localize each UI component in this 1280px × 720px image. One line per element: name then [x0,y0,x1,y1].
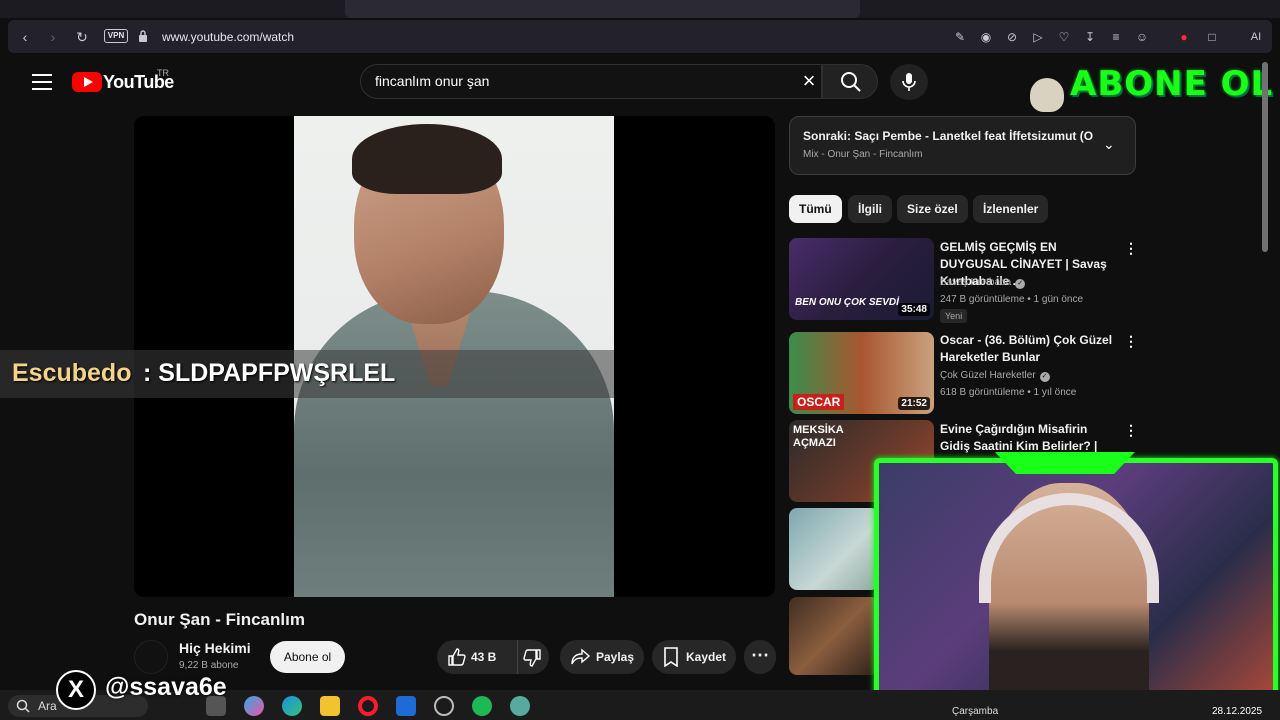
dislike-button[interactable] [517,640,549,674]
video-duration: 35:48 [898,303,930,316]
opera-taskbar-icon[interactable] [358,696,378,716]
more-actions-icon[interactable]: ⋯ [744,640,776,674]
heart-icon[interactable]: ♡ [1056,29,1072,45]
mail-icon[interactable] [396,696,416,716]
more-options-icon[interactable]: ⋮ [1124,333,1138,350]
search-query[interactable]: fincanlım onur şan [375,73,489,89]
subscribe-button[interactable]: Abone ol [270,641,345,673]
cube-icon[interactable]: □ [1204,29,1220,45]
up-next-panel[interactable] [789,116,1136,175]
chip-all[interactable]: Tümü [789,195,842,223]
youtube-logo-icon[interactable] [72,72,102,92]
recommendation-meta: 247 B görüntüleme • 1 gün önce [940,294,1084,305]
save-button[interactable]: Kaydet [652,640,736,674]
app-icon[interactable] [510,696,530,716]
hair [352,124,502,194]
new-badge: Yeni [940,309,968,323]
recommendation-thumbnail[interactable]: BEN ONU ÇOK SEVDİ 35:48 [789,238,934,320]
menu-lines-icon[interactable]: ≡ [1108,29,1124,45]
recommendation-thumbnail[interactable] [789,508,879,590]
play-icon[interactable]: ▷ [1030,29,1046,45]
recommendation-title[interactable]: Oscar - (36. Bölüm) Çok Güzel Hareketler… [940,332,1118,366]
thumbnail-text: BEN ONU ÇOK SEVDİ [795,297,899,308]
ai-button[interactable]: AI [1242,29,1270,45]
video-duration: 21:52 [898,397,930,410]
copilot-icon[interactable] [244,696,264,716]
vpn-badge[interactable]: VPN [104,29,128,43]
chip-for-you[interactable]: Size özel [897,195,968,223]
bookmark-icon [664,647,678,667]
block-icon[interactable]: ⊘ [1004,29,1020,45]
recommendation-thumbnail[interactable] [789,597,879,675]
headset [979,493,1159,603]
search-button[interactable] [822,64,878,99]
verified-icon: ✓ [1039,372,1050,382]
save-label: Kaydet [686,650,727,664]
camera-icon[interactable]: ◉ [978,29,994,45]
more-options-icon[interactable]: ⋮ [1124,240,1138,257]
share-icon [571,648,590,665]
lock-icon [139,30,147,42]
thumbnail-text: MEKSİKA AÇMAZI [793,424,844,449]
thumbs-down-icon [523,649,541,667]
webcam-frame-tab [995,452,1135,474]
x-handle: @ssava6e [105,673,227,701]
webcam-overlay [874,458,1278,712]
forward-icon[interactable]: › [44,28,62,46]
channel-label: Çok Güzel Hareketler [940,370,1036,381]
abone-ol-overlay: ABONE OL [1070,64,1274,104]
chip-watched[interactable]: İzlenenler [973,195,1049,223]
edit-icon[interactable]: ✎ [952,29,968,45]
verified-icon: ✓ [1015,279,1026,289]
channel-avatar[interactable] [134,640,168,674]
region-code: TR [157,68,169,78]
recommendation-channel[interactable]: Savaş Kurtbaba ✓ [940,277,1026,289]
subscriber-count: 9,22 B abone [179,660,239,671]
like-count: 43 B [471,650,497,664]
taskbar-search-label: Ara [38,699,57,713]
active-tab[interactable] [345,0,860,18]
opera-gx-icon[interactable] [434,696,454,716]
recommendation-thumbnail[interactable]: OSCAR 21:52 [789,332,934,414]
up-next-subtitle: Mix - Onur Şan - Fincanlım [803,149,923,160]
menu-icon[interactable] [32,74,52,90]
microphone-icon [902,73,916,91]
folder-icon[interactable] [320,696,340,716]
profile-icon[interactable]: ☺ [1134,29,1150,45]
recommendation-meta: 618 B görüntüleme • 1 yıl önce [940,387,1077,398]
opera-icon[interactable]: ● [1176,29,1192,45]
share-button[interactable]: Paylaş [560,640,644,674]
x-logo-icon: X [56,670,96,710]
chip-related[interactable]: İlgili [848,195,892,223]
taskbar-date: 28.12.2025 [1212,706,1263,717]
chevron-down-icon[interactable]: ⌄ [1103,136,1115,153]
edge-icon[interactable] [282,696,302,716]
like-button[interactable]: 43 B [437,640,517,674]
video-title: Onur Şan - Fincanlım [134,610,305,629]
taskbar-day: Çarşamba [952,706,999,717]
reload-icon[interactable]: ↻ [73,28,91,46]
back-icon[interactable]: ‹ [16,28,34,46]
clear-search-icon[interactable]: × [798,70,820,92]
up-next-title[interactable]: Sonraki: Saçı Pembe - Lanetkel feat İffe… [803,129,1093,143]
more-options-icon[interactable]: ⋮ [1124,422,1138,439]
download-icon[interactable]: ↧ [1082,29,1098,45]
recommendation-channel[interactable]: Çok Güzel Hareketler ✓ [940,370,1050,382]
skull-icon [1030,78,1064,112]
spotify-icon[interactable] [472,696,492,716]
search-icon [16,699,30,713]
chat-username: Escubedo [12,359,132,387]
url-field[interactable]: www.youtube.com/watch [162,30,294,44]
voice-search-button[interactable] [890,64,928,100]
channel-name[interactable]: Hiç Hekimi [179,640,251,656]
chat-message: : SLDPAPFPWŞRLEL [143,359,396,387]
thumbs-up-icon [448,648,466,666]
thumbnail-text: OSCAR [793,394,845,410]
search-icon [841,72,861,92]
scrollbar[interactable] [1262,62,1268,252]
channel-label: Savaş Kurtbaba [940,277,1012,288]
share-label: Paylaş [596,650,635,664]
